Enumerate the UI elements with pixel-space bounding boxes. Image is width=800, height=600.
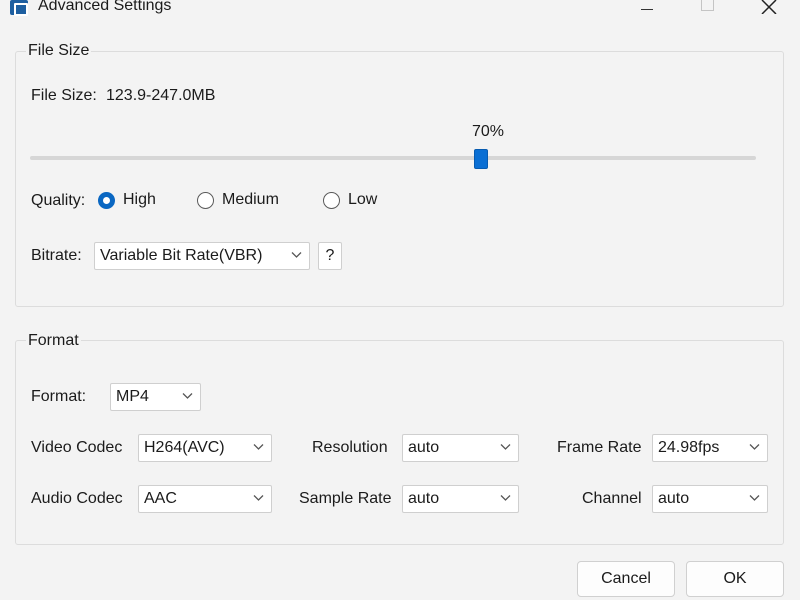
chevron-down-icon bbox=[500, 495, 511, 501]
minimize-button[interactable] bbox=[624, 0, 670, 18]
close-button[interactable] bbox=[746, 0, 792, 18]
resolution-dropdown[interactable]: auto bbox=[402, 434, 519, 462]
maximize-button[interactable] bbox=[684, 0, 730, 18]
frame-rate-value: 24.98fps bbox=[658, 439, 720, 456]
video-codec-label: Video Codec bbox=[31, 439, 123, 456]
app-icon bbox=[10, 0, 28, 16]
bitrate-label: Bitrate: bbox=[31, 247, 82, 264]
quality-radio-medium[interactable]: Medium bbox=[197, 190, 297, 212]
radio-unchecked-icon bbox=[197, 192, 214, 209]
chevron-down-icon bbox=[500, 444, 511, 450]
audio-codec-dropdown[interactable]: AAC bbox=[138, 485, 272, 513]
resolution-label: Resolution bbox=[312, 439, 388, 456]
file-size-slider-thumb[interactable] bbox=[474, 149, 488, 169]
video-codec-value: H264(AVC) bbox=[144, 439, 225, 456]
format-dropdown[interactable]: MP4 bbox=[110, 383, 201, 411]
channel-value: auto bbox=[658, 490, 690, 507]
sample-rate-dropdown[interactable]: auto bbox=[402, 485, 519, 513]
file-size-group-title: File Size bbox=[26, 42, 92, 60]
audio-codec-label: Audio Codec bbox=[31, 490, 123, 507]
advanced-settings-window: Advanced Settings File Size File Size: 1… bbox=[0, 0, 800, 600]
chevron-down-icon bbox=[253, 444, 264, 450]
title-bar: Advanced Settings bbox=[0, 0, 800, 20]
quality-option-label: Low bbox=[348, 191, 378, 208]
quality-radio-high[interactable]: High bbox=[98, 190, 168, 212]
quality-option-label: Medium bbox=[222, 191, 279, 208]
file-size-label: File Size: bbox=[31, 87, 97, 104]
channel-label: Channel bbox=[582, 490, 642, 507]
format-group-title: Format bbox=[26, 332, 81, 350]
quality-label: Quality: bbox=[31, 192, 86, 209]
chevron-down-icon bbox=[749, 495, 760, 501]
cancel-button[interactable]: Cancel bbox=[577, 561, 675, 597]
frame-rate-label: Frame Rate bbox=[557, 439, 642, 456]
ok-button[interactable]: OK bbox=[686, 561, 784, 597]
chevron-down-icon bbox=[182, 393, 193, 399]
slider-value-label: 70% bbox=[472, 123, 505, 140]
file-size-value: 123.9-247.0MB bbox=[106, 87, 216, 104]
format-label: Format: bbox=[31, 388, 87, 405]
sample-rate-label: Sample Rate bbox=[299, 490, 392, 507]
bitrate-help-button[interactable]: ? bbox=[318, 242, 342, 270]
chevron-down-icon bbox=[253, 495, 264, 501]
quality-radio-low[interactable]: Low bbox=[323, 190, 383, 212]
format-value: MP4 bbox=[116, 388, 149, 405]
close-icon bbox=[761, 0, 777, 14]
chevron-down-icon bbox=[749, 444, 760, 450]
bitrate-dropdown[interactable]: Variable Bit Rate(VBR) bbox=[94, 242, 310, 270]
quality-option-label: High bbox=[123, 191, 156, 208]
radio-unchecked-icon bbox=[323, 192, 340, 209]
file-size-slider-track[interactable] bbox=[30, 156, 756, 160]
audio-codec-value: AAC bbox=[144, 490, 177, 507]
window-title: Advanced Settings bbox=[38, 0, 172, 14]
frame-rate-dropdown[interactable]: 24.98fps bbox=[652, 434, 768, 462]
bitrate-value: Variable Bit Rate(VBR) bbox=[100, 247, 263, 264]
channel-dropdown[interactable]: auto bbox=[652, 485, 768, 513]
radio-checked-icon bbox=[98, 192, 115, 209]
chevron-down-icon bbox=[291, 252, 302, 258]
video-codec-dropdown[interactable]: H264(AVC) bbox=[138, 434, 272, 462]
sample-rate-value: auto bbox=[408, 490, 440, 507]
resolution-value: auto bbox=[408, 439, 440, 456]
